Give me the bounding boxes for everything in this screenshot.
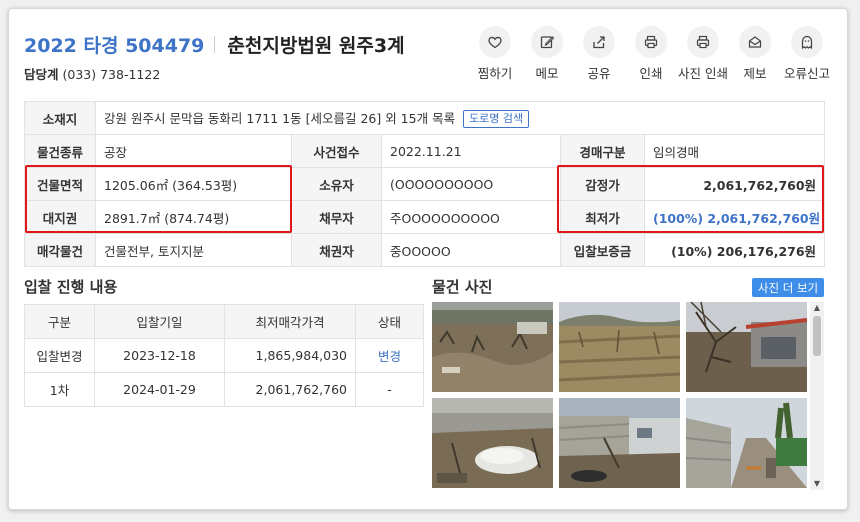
building-area-value: 1205.06㎡ (364.53평) bbox=[95, 167, 292, 201]
error-report-label: 오류신고 bbox=[783, 66, 830, 81]
more-photos-button[interactable]: 사진 더 보기 bbox=[752, 278, 824, 297]
bid-min-price: 1,865,984,030 bbox=[224, 338, 356, 373]
photo-gallery-scrollbar[interactable]: ▲ ▼ bbox=[810, 302, 824, 490]
sale-item-value: 건물전부, 토지지분 bbox=[95, 233, 292, 267]
scroll-down-icon[interactable]: ▼ bbox=[810, 478, 824, 490]
deposit-value: (10%) 206,176,276원 bbox=[643, 233, 826, 267]
bid-header-price: 최저매각가격 bbox=[224, 304, 356, 339]
info-row-location: 소재지 강원 원주시 문막읍 동화리 1711 1동 [세오름길 26] 외 1… bbox=[24, 101, 826, 135]
court-name: 춘천지방법원 원주3계 bbox=[227, 34, 405, 57]
print-icon bbox=[635, 26, 667, 58]
type-value: 공장 bbox=[95, 134, 292, 168]
deposit-label: 입찰보증금 bbox=[560, 233, 645, 267]
print-label: 인쇄 bbox=[639, 66, 663, 81]
photo-print-label: 사진 인쇄 bbox=[678, 66, 728, 81]
appraisal-value: 2,061,762,760원 bbox=[643, 167, 826, 201]
scroll-up-icon[interactable]: ▲ bbox=[810, 302, 824, 314]
mail-icon bbox=[739, 26, 771, 58]
favorite-label: 찜하기 bbox=[477, 66, 513, 81]
info-row-building: 건물면적 1205.06㎡ (364.53평) 소유자 (OOOOOOOOOO … bbox=[24, 167, 826, 201]
contact-phone: (033) 738-1122 bbox=[62, 67, 161, 82]
owner-label: 소유자 bbox=[291, 167, 382, 201]
photo-print-icon bbox=[687, 26, 719, 58]
bid-status: 변경 bbox=[355, 338, 424, 373]
owner-value: (OOOOOOOOOO bbox=[381, 167, 561, 201]
share-icon bbox=[583, 26, 615, 58]
building-area-label: 건물면적 bbox=[24, 167, 96, 201]
creditor-value: 중OOOOO bbox=[381, 233, 561, 267]
scrollbar-thumb[interactable] bbox=[813, 316, 821, 356]
info-row-type: 물건종류 공장 사건접수 2022.11.21 경매구분 임의경매 bbox=[24, 134, 826, 168]
filed-value: 2022.11.21 bbox=[381, 134, 561, 168]
table-row: 입찰변경 2023-12-18 1,865,984,030 변경 bbox=[24, 338, 424, 373]
auction-type-label: 경매구분 bbox=[560, 134, 645, 168]
ghost-icon bbox=[791, 26, 823, 58]
location-label: 소재지 bbox=[24, 101, 96, 135]
memo-icon bbox=[531, 26, 563, 58]
bid-min-price: 2,061,762,760 bbox=[224, 372, 356, 407]
filed-label: 사건접수 bbox=[291, 134, 382, 168]
share-button[interactable]: 공유 bbox=[569, 26, 629, 82]
memo-button[interactable]: 메모 bbox=[517, 26, 577, 82]
print-button[interactable]: 인쇄 bbox=[621, 26, 681, 82]
table-row: 1차 2024-01-29 2,061,762,760 - bbox=[24, 372, 424, 407]
bid-history-table: 구분 입찰기일 최저매각가격 상태 입찰변경 2023-12-18 1,865,… bbox=[24, 304, 424, 407]
photo-gallery bbox=[432, 302, 824, 490]
land-right-label: 대지권 bbox=[24, 200, 96, 234]
bid-round: 입찰변경 bbox=[24, 338, 95, 373]
debtor-value: 주OOOOOOOOOO bbox=[381, 200, 561, 234]
min-price-value: (100%) 2,061,762,760원 bbox=[643, 200, 826, 234]
contact-label: 담당계 bbox=[24, 67, 59, 82]
property-photo[interactable] bbox=[686, 302, 807, 392]
property-photo[interactable] bbox=[432, 302, 553, 392]
bid-status: - bbox=[355, 372, 424, 407]
favorite-button[interactable]: 찜하기 bbox=[465, 26, 525, 82]
bid-header-date: 입찰기일 bbox=[94, 304, 225, 339]
auction-type-value: 임의경매 bbox=[643, 134, 826, 168]
bid-header-type: 구분 bbox=[24, 304, 95, 339]
location-cell: 강원 원주시 문막읍 동화리 1711 1동 [세오름길 26] 외 15개 목… bbox=[94, 101, 826, 135]
property-photo[interactable] bbox=[686, 398, 807, 488]
case-number: 2022 타경 504479 bbox=[24, 34, 205, 57]
memo-label: 메모 bbox=[535, 66, 559, 81]
bid-round: 1차 bbox=[24, 372, 95, 407]
property-info-table: 소재지 강원 원주시 문막읍 동화리 1711 1동 [세오름길 26] 외 1… bbox=[24, 101, 826, 267]
share-label: 공유 bbox=[587, 66, 611, 81]
road-search-button[interactable]: 도로명 검색 bbox=[463, 110, 530, 129]
report-button[interactable]: 제보 bbox=[725, 26, 785, 82]
page-title: 2022 타경 504479 춘천지방법원 원주3계 bbox=[24, 31, 405, 57]
property-photo[interactable] bbox=[559, 302, 680, 392]
location-value: 강원 원주시 문막읍 동화리 1711 1동 [세오름길 26] 외 15개 목… bbox=[104, 110, 456, 126]
sale-item-label: 매각물건 bbox=[24, 233, 96, 267]
info-row-sale: 매각물건 건물전부, 토지지분 채권자 중OOOOO 입찰보증금 (10%) 2… bbox=[24, 233, 826, 267]
land-right-value: 2891.7㎡ (874.74평) bbox=[95, 200, 292, 234]
photos-title: 물건 사진 bbox=[432, 278, 493, 296]
title-divider bbox=[214, 35, 216, 53]
bid-header-row: 구분 입찰기일 최저매각가격 상태 bbox=[24, 304, 424, 339]
info-row-land: 대지권 2891.7㎡ (874.74평) 채무자 주OOOOOOOOOO 최저… bbox=[24, 200, 826, 234]
bid-date: 2024-01-29 bbox=[94, 372, 225, 407]
type-label: 물건종류 bbox=[24, 134, 96, 168]
report-label: 제보 bbox=[743, 66, 767, 81]
photo-print-button[interactable]: 사진 인쇄 bbox=[673, 26, 733, 82]
appraisal-label: 감정가 bbox=[560, 167, 645, 201]
min-price-label: 최저가 bbox=[560, 200, 645, 234]
bid-date: 2023-12-18 bbox=[94, 338, 225, 373]
heart-icon bbox=[479, 26, 511, 58]
debtor-label: 채무자 bbox=[291, 200, 382, 234]
property-photo[interactable] bbox=[559, 398, 680, 488]
property-photo[interactable] bbox=[432, 398, 553, 488]
bid-header-status: 상태 bbox=[355, 304, 424, 339]
bid-history-title: 입찰 진행 내용 bbox=[24, 278, 118, 296]
creditor-label: 채권자 bbox=[291, 233, 382, 267]
contact-line: 담당계 (033) 738-1122 bbox=[24, 64, 160, 83]
error-report-button[interactable]: 오류신고 bbox=[777, 26, 837, 82]
